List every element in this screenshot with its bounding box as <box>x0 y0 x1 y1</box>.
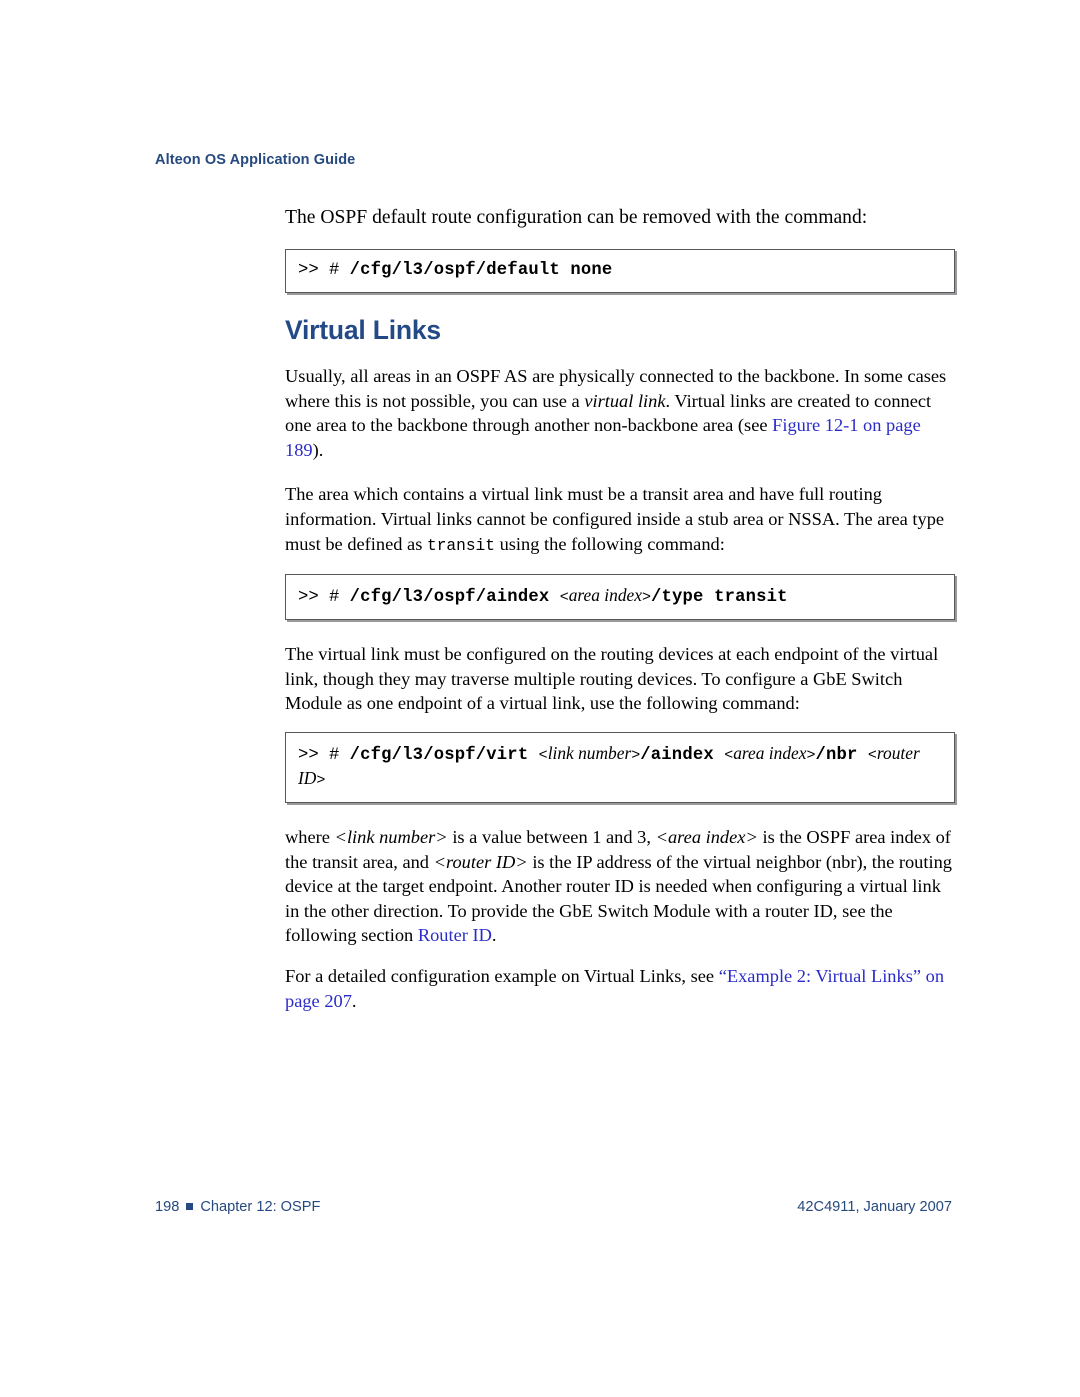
p4-var-router-id: <router ID> <box>433 851 528 872</box>
paragraph-example-reference: For a detailed configuration example on … <box>285 964 955 1013</box>
p1-italic-virtual-link: virtual link <box>584 390 666 411</box>
command-prompt: >> # <box>298 588 340 608</box>
p5-text-b: . <box>351 990 357 1011</box>
square-bullet-icon <box>186 1203 194 1210</box>
page-footer: 198 Chapter 12: OSPF 42C4911, January 20… <box>155 1199 952 1215</box>
p4-text-b: is a value between 1 and 3, <box>447 826 656 847</box>
command-text: /cfg/l3/ospf/default none <box>349 261 613 280</box>
p2-mono-transit: transit <box>426 536 495 555</box>
var-close-bracket: > <box>316 771 326 789</box>
section-heading-virtual-links: Virtual Links <box>285 315 441 345</box>
p5-text-a: For a detailed configuration example on … <box>285 965 719 986</box>
paragraph-transit-area: The area which contains a virtual link m… <box>285 482 955 558</box>
p2-text-b: using the following command: <box>494 533 725 554</box>
footer-chapter-label: Chapter 12: OSPF <box>200 1199 321 1215</box>
running-header: Alteon OS Application Guide <box>155 152 356 168</box>
section-heading-wrap: Virtual Links <box>285 315 955 346</box>
command-var-area-index: area index <box>733 742 807 763</box>
command-text-part2: /aindex <box>640 745 714 765</box>
paragraph-parameter-definitions: where <link number> is a value between 1… <box>285 825 955 948</box>
var-open-bracket: < <box>724 746 734 764</box>
command-text-part3: /nbr <box>815 745 858 765</box>
intro-paragraph: The OSPF default route configuration can… <box>285 207 868 228</box>
p4-var-link-number: <link number> <box>334 826 448 847</box>
command-prompt: >> # <box>298 261 340 280</box>
command-box-aindex-type-transit: >> # /cfg/l3/ospf/aindex <area index>/ty… <box>285 574 955 621</box>
p4-text-a: where <box>285 826 335 847</box>
var-open-bracket: < <box>538 746 548 764</box>
footer-page-number: 198 <box>155 1199 180 1215</box>
footer-doc-id: 42C4911, January 2007 <box>797 1199 952 1215</box>
paragraph-virtual-link-endpoints: The virtual link must be configured on t… <box>285 644 939 714</box>
p4-var-area-index: <area index> <box>655 826 758 847</box>
paragraph-virtual-links-intro: Usually, all areas in an OSPF AS are phy… <box>285 364 955 462</box>
p4-text-e: . <box>491 925 497 946</box>
footer-left: 198 Chapter 12: OSPF <box>155 1199 320 1215</box>
xref-router-id[interactable]: Router ID <box>418 925 492 945</box>
command-box-default-none: >> # /cfg/l3/ospf/default none <box>285 249 955 293</box>
command-text-part2: /type transit <box>650 588 788 608</box>
p1-text-c: ). <box>312 439 324 460</box>
command-prompt: >> # <box>298 745 340 765</box>
command-text-part1: /cfg/l3/ospf/aindex <box>349 588 550 608</box>
var-open-bracket: < <box>867 746 877 764</box>
command-box-virt: >> # /cfg/l3/ospf/virt <link number>/ain… <box>285 731 955 803</box>
command-text-part1: /cfg/l3/ospf/virt <box>349 745 529 765</box>
command-var-link-number: link number <box>547 742 632 763</box>
command-var-area-index: area index <box>568 585 642 606</box>
var-close-bracket: > <box>631 746 641 764</box>
var-close-bracket: > <box>641 589 651 607</box>
page-content: The OSPF default route configuration can… <box>285 205 955 1033</box>
var-open-bracket: < <box>559 589 569 607</box>
document-page: Alteon OS Application Guide The OSPF def… <box>0 0 1080 1397</box>
